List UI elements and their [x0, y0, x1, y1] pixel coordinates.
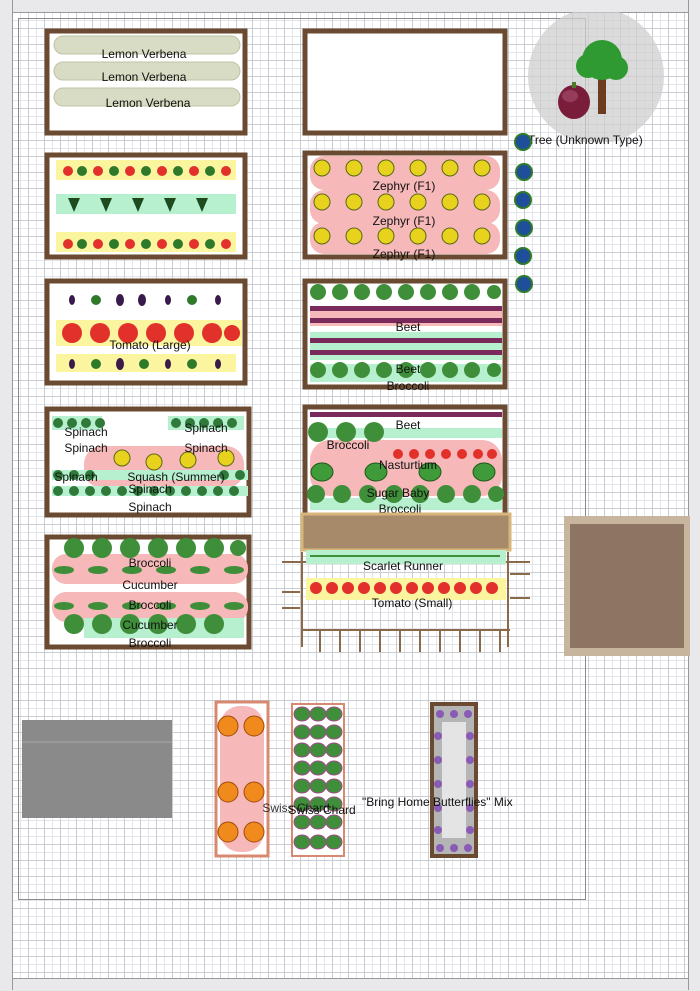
bed-13-content [430, 702, 478, 858]
bed-zephyr[interactable]: Zephyr (F1) Zephyr (F1) Zephyr (F1) [302, 150, 508, 261]
plant-label: Scarlet Runner [362, 559, 444, 573]
plant-label: Spinach [54, 470, 98, 484]
plant-label: Broccoli [386, 379, 430, 393]
plant-label: Tomato (Small) [371, 596, 453, 610]
plant-label: Broccoli [128, 636, 172, 650]
gravel-area[interactable] [22, 720, 172, 818]
bed-swiss-chard[interactable] [290, 702, 346, 858]
empty-bed-frame [302, 28, 508, 136]
plant-label: Lemon Verbena [101, 47, 187, 61]
right-ruler [688, 0, 700, 990]
plant-label: Zephyr (F1) [372, 214, 436, 228]
plant-label: Zephyr (F1) [372, 247, 436, 261]
plant-label: Beet [395, 418, 421, 432]
plant-label: Broccoli [326, 438, 370, 452]
tree-label: Tree (Unknown Type) [528, 133, 643, 147]
beet-icon [310, 412, 502, 417]
plant-label: Lemon Verbena [101, 70, 187, 84]
bed-4-content [302, 150, 508, 260]
left-ruler [0, 0, 13, 990]
plant-label: Swiss Chard [288, 803, 356, 817]
plant-label: Tomato (Large) [109, 338, 191, 352]
plant-label: Cucumber [122, 578, 178, 592]
bottom-ruler [0, 978, 700, 991]
tree-unknown-type[interactable] [522, 8, 672, 144]
plant-label: Spinach [64, 441, 108, 455]
bed-10-content [282, 512, 530, 652]
plant-label: Spinach [184, 441, 228, 455]
plant-label: Cucumber [122, 618, 178, 632]
bed-scarlet-runner[interactable]: Scarlet Runner Tomato (Small) [280, 512, 530, 662]
bed-11-content [214, 700, 270, 858]
blueberry-icon [514, 133, 533, 293]
garden-plan-canvas[interactable]: Lemon Verbena Lemon Verbena Lemon Verben… [0, 0, 700, 991]
plant-label: Spinach [128, 500, 172, 514]
plant-label: "Bring Home Butterflies" Mix [362, 795, 513, 809]
bed-butterfly-mix[interactable] [430, 702, 478, 858]
plant-label: Beet [395, 320, 421, 334]
bed-lemon-verbena[interactable]: Lemon Verbena Lemon Verbena Lemon Verben… [44, 28, 248, 136]
plant-label: Spinach [184, 421, 228, 435]
plant-label: Nasturtium [378, 458, 438, 472]
blueberry-row[interactable] [512, 130, 536, 302]
plant-label: Broccoli [128, 556, 172, 570]
bed-tomato-pepper[interactable] [44, 152, 248, 260]
bed-cucumber-broccoli[interactable]: Broccoli Cucumber Broccoli Cucumber Broc… [44, 534, 252, 650]
bed-pumpkin[interactable] [214, 700, 270, 858]
bed-12-content [291, 703, 345, 857]
plant-label: Zephyr (F1) [372, 179, 436, 193]
bed-beet-broccoli[interactable]: Beet Beet Broccoli [302, 278, 508, 393]
bed-nasturtium-melon[interactable]: Beet Broccoli Nasturtium Sugar Baby Broc… [302, 404, 508, 520]
tree-canopy [528, 8, 664, 144]
plant-label: Sugar Baby [366, 486, 430, 500]
bed-5-content [44, 278, 248, 386]
bed-tomato-large[interactable]: Tomato (Large) [44, 278, 248, 386]
bed-empty[interactable] [302, 28, 508, 136]
bed-3-content [44, 152, 248, 260]
plant-label: Spinach [128, 482, 172, 496]
plant-label: Beet [395, 362, 421, 376]
plant-label: Spinach [64, 425, 108, 439]
wooden-planter[interactable] [562, 514, 692, 658]
plant-label: Lemon Verbena [105, 96, 191, 110]
plant-label: Broccoli [128, 598, 172, 612]
bed-9-content [44, 534, 252, 650]
bed-spinach-squash[interactable]: Spinach Spinach Spinach Spinach Spinach … [44, 406, 252, 518]
